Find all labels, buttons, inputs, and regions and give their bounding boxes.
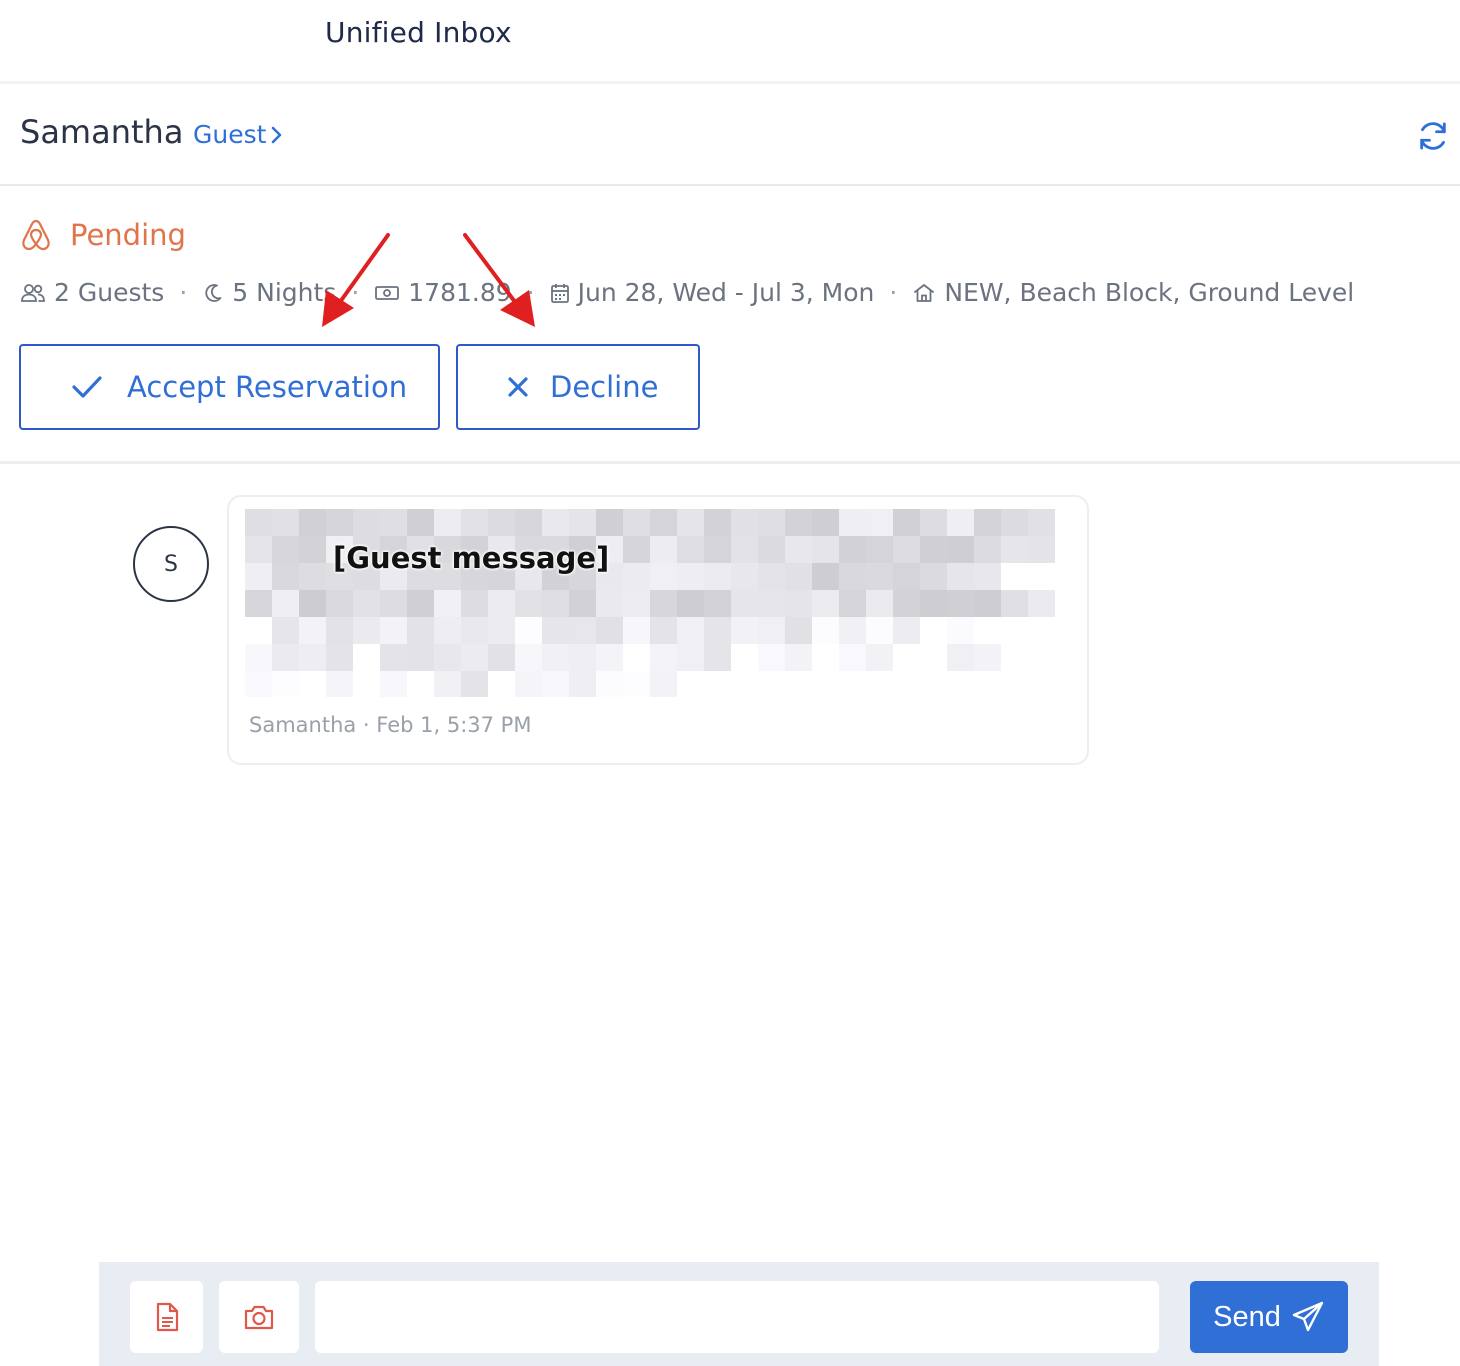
airbnb-icon bbox=[22, 219, 50, 251]
send-icon bbox=[1292, 1301, 1324, 1332]
payout-amount: 1781.89 bbox=[374, 278, 512, 307]
refresh-icon[interactable] bbox=[1416, 119, 1450, 153]
chevron-right-icon bbox=[272, 126, 282, 143]
guest-name: Samantha bbox=[20, 113, 184, 151]
status-badge: Pending bbox=[70, 218, 186, 252]
property-text: NEW, Beach Block, Ground Level bbox=[944, 278, 1355, 307]
calendar-icon bbox=[550, 283, 569, 303]
guests-text: 2 Guests bbox=[54, 278, 165, 307]
cash-icon bbox=[375, 285, 400, 300]
accept-reservation-button[interactable]: Accept Reservation bbox=[19, 344, 440, 430]
separator: · bbox=[351, 278, 360, 307]
message-meta: Samantha · Feb 1, 5:37 PM bbox=[249, 713, 532, 737]
separator: · bbox=[526, 278, 535, 307]
message-composer: Send bbox=[99, 1262, 1379, 1366]
reservation-panel: Pending 2 Guests · 5 Nights · 1781.89 · … bbox=[0, 188, 1460, 464]
send-label: Send bbox=[1213, 1300, 1281, 1333]
attach-template-button[interactable] bbox=[130, 1281, 203, 1353]
reservation-details: 2 Guests · 5 Nights · 1781.89 · Jun 28, … bbox=[20, 278, 1354, 307]
guest-profile-link[interactable]: Guest bbox=[193, 120, 284, 149]
reservation-status: Pending bbox=[20, 218, 186, 252]
check-icon bbox=[72, 376, 102, 398]
users-icon bbox=[21, 283, 45, 302]
dates-text: Jun 28, Wed - Jul 3, Mon bbox=[577, 278, 875, 307]
message-bubble: [Guest message] Samantha · Feb 1, 5:37 P… bbox=[227, 495, 1089, 765]
guest-header: Samantha Guest bbox=[0, 87, 1460, 186]
guest-link-label: Guest bbox=[193, 120, 267, 149]
avatar: S bbox=[133, 526, 209, 602]
redacted-message-blur bbox=[245, 509, 1055, 697]
home-icon bbox=[914, 283, 935, 302]
document-icon bbox=[156, 1302, 178, 1332]
nights-text: 5 Nights bbox=[232, 278, 337, 307]
property-name: NEW, Beach Block, Ground Level bbox=[912, 278, 1354, 307]
camera-icon bbox=[244, 1305, 274, 1330]
nights-count: 5 Nights bbox=[202, 278, 336, 307]
decline-label: Decline bbox=[550, 370, 659, 404]
app-title: Unified Inbox bbox=[325, 16, 512, 49]
x-icon bbox=[508, 377, 528, 397]
decline-button[interactable]: Decline bbox=[456, 344, 700, 430]
top-bar: Unified Inbox bbox=[0, 0, 1460, 84]
message-input[interactable] bbox=[315, 1281, 1159, 1353]
separator: · bbox=[889, 278, 898, 307]
guests-count: 2 Guests bbox=[20, 278, 164, 307]
moon-icon bbox=[205, 283, 222, 302]
attach-photo-button[interactable] bbox=[219, 1281, 299, 1353]
separator: · bbox=[179, 278, 188, 307]
amount-text: 1781.89 bbox=[408, 278, 512, 307]
send-button[interactable]: Send bbox=[1190, 1281, 1348, 1353]
stay-dates: Jun 28, Wed - Jul 3, Mon bbox=[550, 278, 875, 307]
redacted-message-label: [Guest message] bbox=[333, 541, 610, 575]
accept-label: Accept Reservation bbox=[127, 370, 408, 404]
